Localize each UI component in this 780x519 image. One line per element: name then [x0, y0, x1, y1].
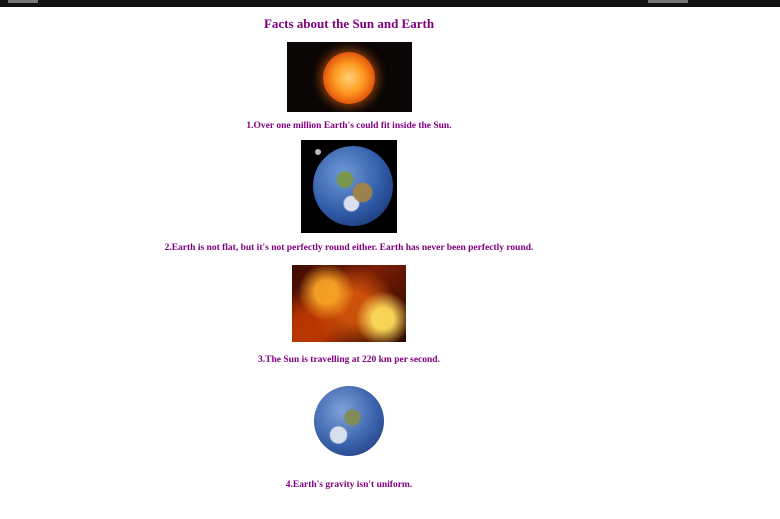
sun-disc	[323, 52, 375, 104]
earth-globe	[313, 146, 393, 226]
earth-globe-2	[314, 386, 384, 456]
fact-caption-3: 3.The Sun is travelling at 220 km per se…	[258, 355, 440, 365]
facts-page: Facts about the Sun and Earth 1.Over one…	[0, 0, 698, 519]
solar-surface-image	[292, 265, 406, 342]
fact-caption-1: 1.Over one million Earth's could fit ins…	[246, 121, 452, 131]
sun-image	[287, 42, 412, 112]
page-title: Facts about the Sun and Earth	[263, 16, 435, 31]
moon-dot	[315, 149, 321, 155]
earth-globe-image	[309, 384, 388, 456]
fact-caption-4: 4.Earth's gravity isn't uniform.	[285, 480, 413, 490]
fact-caption-2: 2.Earth is not flat, but it's not perfec…	[164, 243, 534, 253]
earth-image	[301, 140, 397, 233]
